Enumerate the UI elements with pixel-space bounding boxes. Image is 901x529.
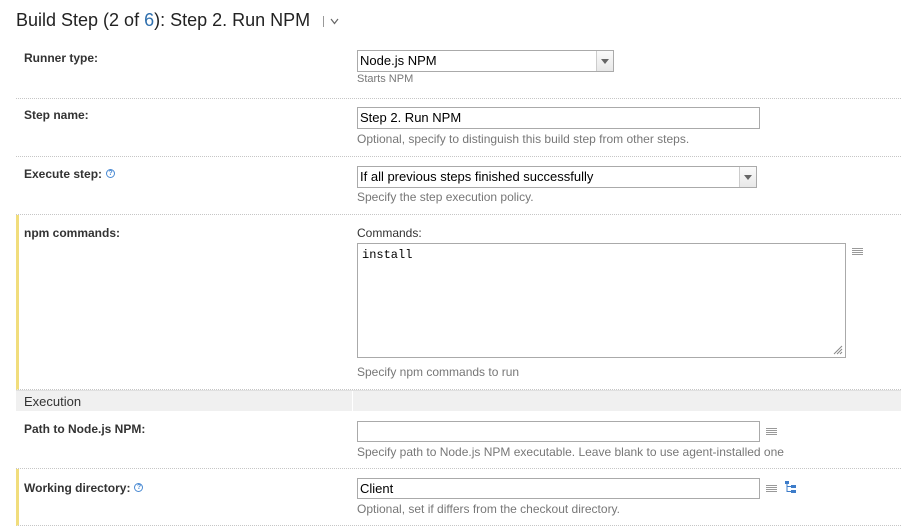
title-prefix: Build Step (2 of (16, 10, 145, 30)
npm-commands-row: npm commands: Commands: install Specify … (16, 215, 901, 390)
commands-sublabel: Commands: (357, 226, 422, 240)
dropdown-arrow-icon (739, 167, 756, 187)
text-editor-icon[interactable] (766, 428, 777, 437)
npm-commands-hint: Specify npm commands to run (357, 365, 520, 379)
step-name-label: Step name: (24, 108, 89, 122)
text-editor-icon[interactable] (766, 485, 777, 494)
npm-path-input[interactable] (357, 421, 760, 442)
runner-type-row: Runner type: Node.js NPM Starts NPM (16, 42, 901, 99)
runner-type-label: Runner type: (24, 51, 99, 65)
help-icon[interactable]: ? (134, 483, 144, 492)
step-name-input[interactable]: Step 2. Run NPM (357, 107, 760, 129)
runner-type-select[interactable]: Node.js NPM (357, 50, 614, 72)
tree-picker-icon[interactable] (784, 480, 798, 494)
section-divider (352, 391, 353, 412)
title-suffix: ): Step 2. Run NPM (154, 10, 311, 30)
dropdown-arrow-icon (596, 51, 613, 71)
page-title: Build Step (2 of 6): Step 2. Run NPM (16, 10, 339, 31)
separator (323, 15, 325, 27)
execution-section-header: Execution (16, 390, 901, 412)
npm-path-label: Path to Node.js NPM: (24, 422, 146, 436)
execute-step-label-group: Execute step:? (24, 167, 116, 181)
help-icon[interactable]: ? (106, 169, 116, 178)
npm-commands-label: npm commands: (24, 226, 121, 240)
step-name-hint: Optional, specify to distinguish this bu… (357, 132, 690, 146)
chevron-down-icon (330, 18, 339, 25)
execute-step-select[interactable]: If all previous steps finished successfu… (357, 166, 757, 188)
execute-step-row: Execute step:? If all previous steps fin… (16, 157, 901, 215)
working-directory-hint: Optional, set if differs from the checko… (357, 502, 621, 516)
execution-section-title: Execution (24, 394, 82, 409)
npm-commands-value: install (362, 248, 413, 262)
step-menu-toggle[interactable] (323, 15, 339, 27)
execute-step-label: Execute step: (24, 167, 103, 181)
working-directory-label: Working directory: (24, 481, 131, 495)
total-steps-link[interactable]: 6 (144, 10, 154, 30)
execute-step-hint: Specify the step execution policy. (357, 190, 534, 204)
npm-path-hint: Specify path to Node.js NPM executable. … (357, 445, 784, 459)
text-editor-icon[interactable] (852, 248, 863, 257)
step-name-row: Step name: Step 2. Run NPM Optional, spe… (16, 99, 901, 157)
resize-grip-icon[interactable] (833, 345, 843, 355)
working-directory-label-group: Working directory:? (24, 481, 144, 495)
working-directory-row: Working directory:? Client Optional, set… (16, 469, 901, 526)
runner-type-value: Node.js NPM (360, 53, 437, 68)
runner-type-hint: Starts NPM (357, 73, 414, 85)
npm-path-row: Path to Node.js NPM: Specify path to Nod… (16, 411, 901, 469)
execute-step-value: If all previous steps finished successfu… (360, 169, 594, 184)
working-directory-input[interactable]: Client (357, 478, 760, 499)
npm-commands-textarea[interactable]: install (357, 243, 846, 358)
